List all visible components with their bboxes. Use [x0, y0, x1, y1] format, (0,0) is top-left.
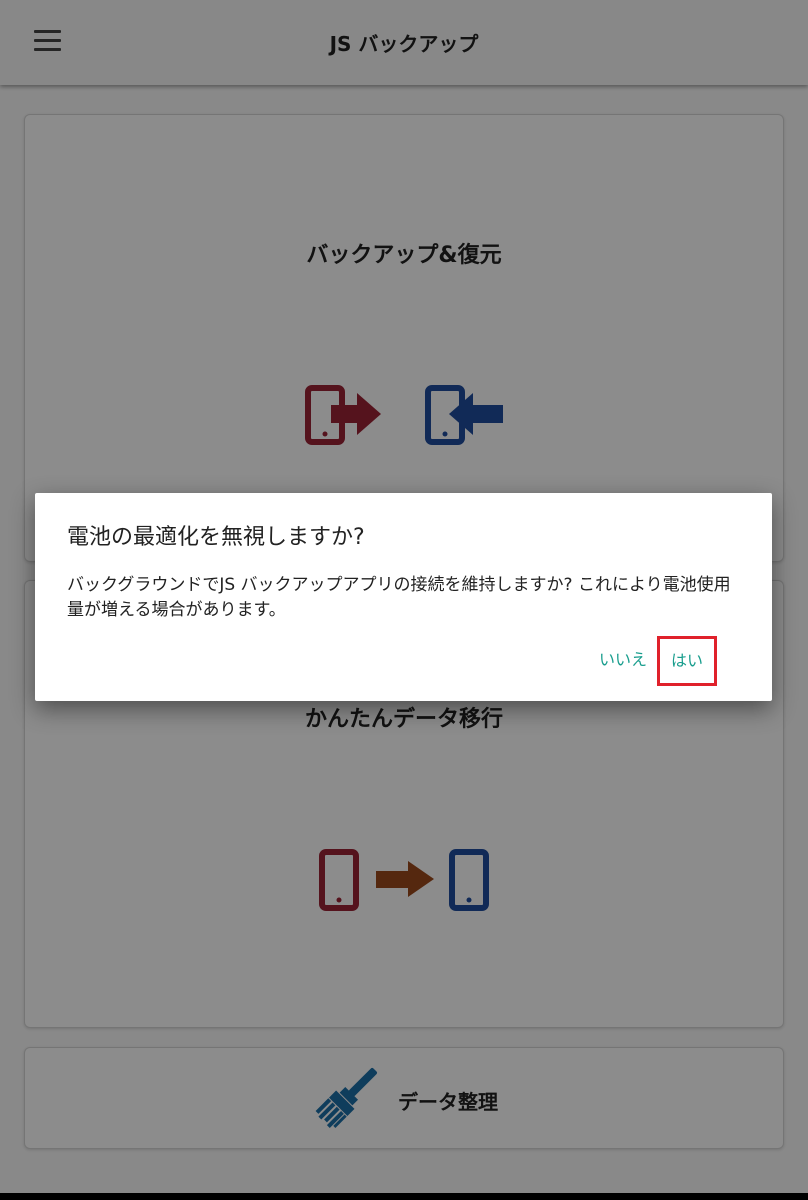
dialog-message: バックグラウンドでJS バックアップアプリの接続を維持しますか? これにより電池… [67, 575, 731, 620]
no-button[interactable]: いいえ [581, 637, 665, 683]
yes-button[interactable]: はい [657, 636, 717, 686]
dialog-title: 電池の最適化を無視しますか? [67, 525, 365, 550]
battery-optimization-dialog: 電池の最適化を無視しますか? バックグラウンドでJS バックアップアプリの接続を… [35, 493, 772, 701]
system-nav-bar [0, 1193, 808, 1200]
